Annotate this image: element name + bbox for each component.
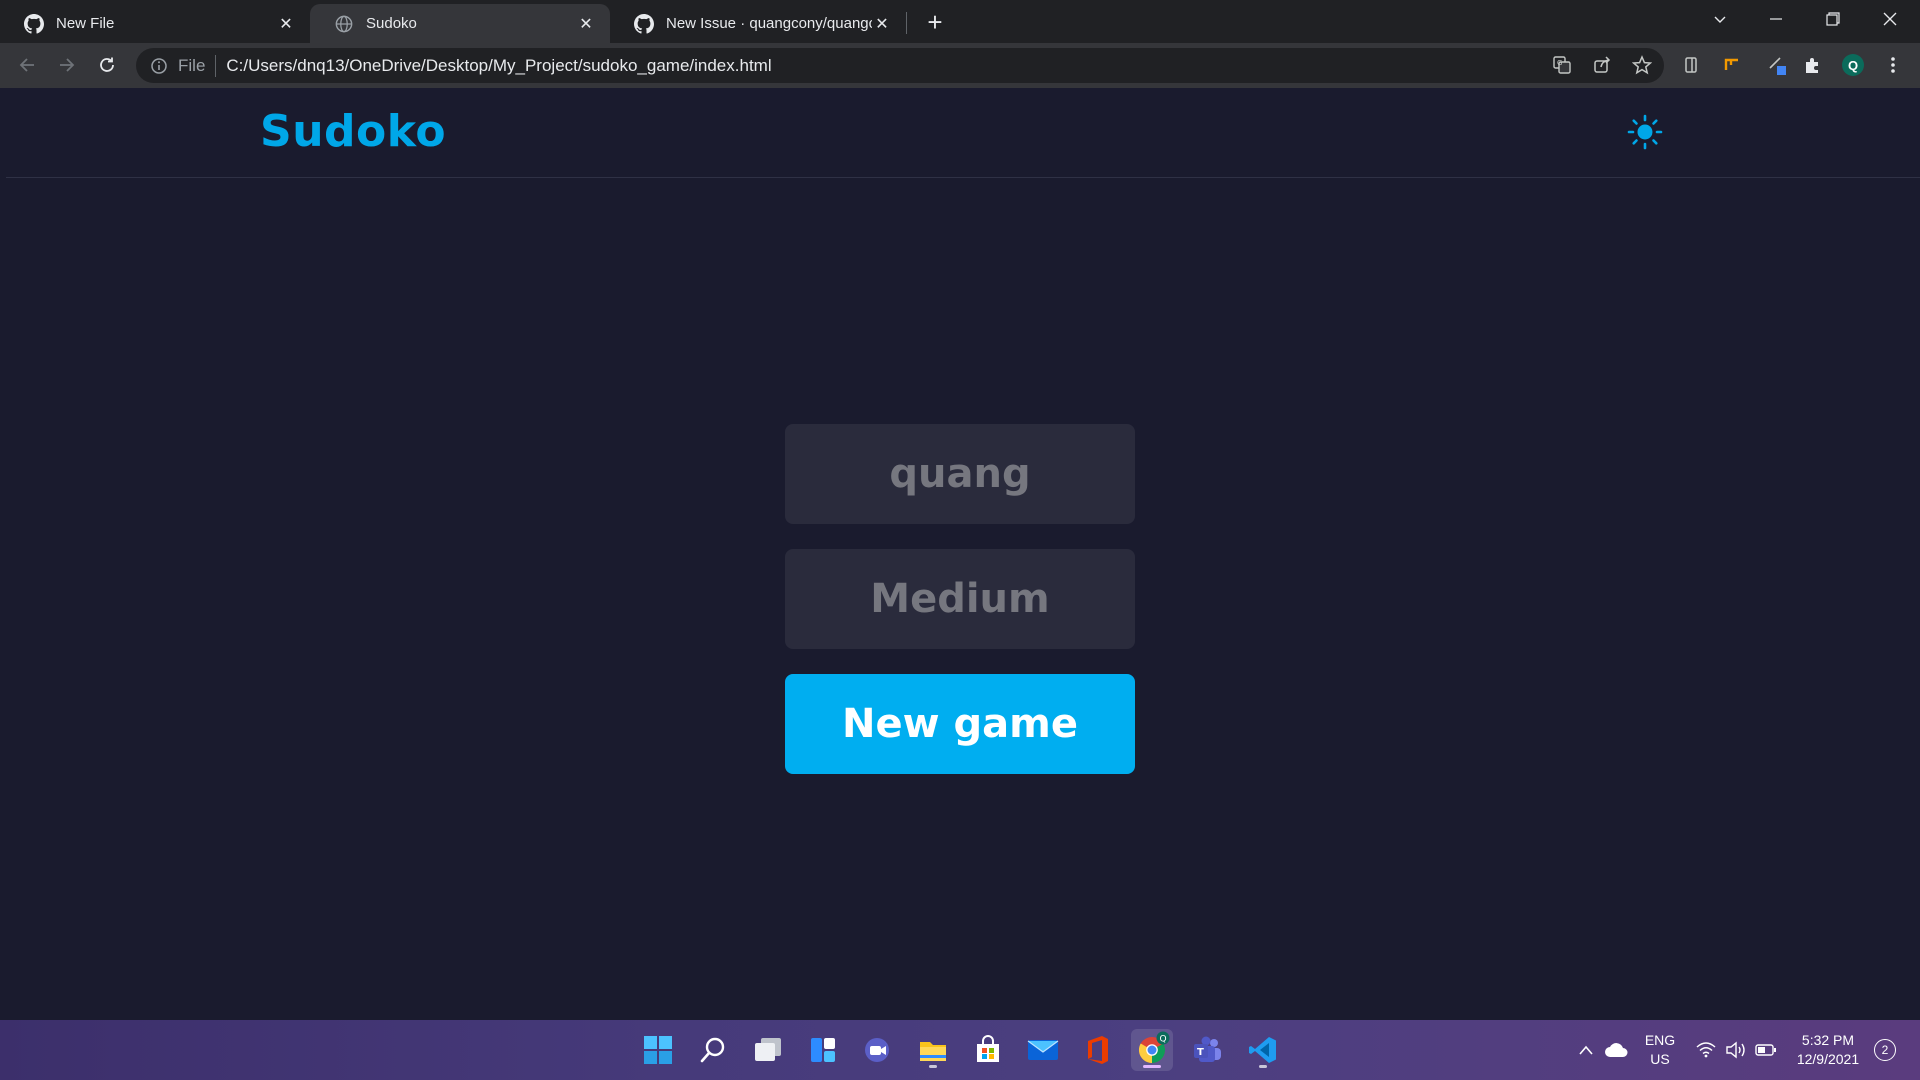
browser-menu-icon[interactable] — [1879, 51, 1907, 79]
info-icon[interactable] — [150, 57, 168, 75]
github-icon — [634, 13, 654, 34]
language-code: ENG — [1644, 1032, 1676, 1048]
language-indicator[interactable]: ENG US — [1640, 1031, 1680, 1069]
close-tab-icon[interactable]: ✕ — [276, 14, 296, 34]
close-tab-icon[interactable]: ✕ — [576, 14, 596, 34]
browser-tabstrip: New File ✕ Sudoko ✕ New Issue · quangcon… — [0, 0, 1920, 43]
mail-icon[interactable] — [1022, 1029, 1064, 1071]
microsoft-store-icon[interactable] — [967, 1029, 1009, 1071]
svg-text:T: T — [1197, 1047, 1204, 1058]
file-explorer-icon[interactable] — [912, 1029, 954, 1071]
battery-icon[interactable] — [1746, 1029, 1786, 1071]
widgets-icon[interactable] — [802, 1029, 844, 1071]
back-button[interactable] — [11, 49, 43, 81]
github-icon — [24, 13, 44, 34]
notification-badge[interactable]: 2 — [1874, 1039, 1896, 1061]
office-icon[interactable] — [1077, 1029, 1119, 1071]
search-icon[interactable] — [692, 1029, 734, 1071]
running-indicator — [929, 1065, 937, 1068]
app-logo[interactable]: Sudoko — [260, 106, 446, 157]
tab-title: New Issue · quangcony/quangcony — [666, 15, 872, 32]
tab-new-issue[interactable]: New Issue · quangcony/quangcony ✕ — [610, 4, 906, 43]
reading-mode-icon[interactable] — [1677, 51, 1705, 79]
windows-start-icon[interactable] — [637, 1029, 679, 1071]
task-view-icon[interactable] — [747, 1029, 789, 1071]
restore-button[interactable] — [1805, 0, 1861, 38]
clock-date: 12/9/2021 — [1796, 1051, 1860, 1067]
running-indicator — [1259, 1065, 1267, 1068]
sun-icon[interactable] — [1625, 112, 1665, 152]
level-select-button[interactable]: Medium — [785, 549, 1135, 649]
browser-toolbar: File C:/Users/dnq13/OneDrive/Desktop/My_… — [0, 43, 1920, 88]
address-bar[interactable]: File C:/Users/dnq13/OneDrive/Desktop/My_… — [136, 48, 1664, 83]
new-game-button[interactable]: New game — [785, 674, 1135, 774]
active-indicator — [1143, 1065, 1161, 1068]
url-divider — [215, 54, 217, 77]
teams-chat-icon[interactable] — [857, 1029, 899, 1071]
chrome-icon[interactable]: Q — [1131, 1029, 1173, 1071]
svg-text:Q: Q — [1160, 1035, 1167, 1045]
tab-title: Sudoko — [366, 15, 417, 32]
clock[interactable]: 5:32 PM 12/9/2021 — [1790, 1031, 1866, 1069]
close-window-button[interactable] — [1862, 0, 1918, 38]
teams-icon[interactable]: T — [1187, 1029, 1229, 1071]
globe-icon — [334, 14, 354, 34]
reload-button[interactable] — [91, 49, 123, 81]
tab-search-button[interactable] — [1692, 0, 1748, 38]
url-scheme-label: File — [178, 55, 206, 75]
extension-orange-icon[interactable] — [1718, 51, 1746, 79]
url-text[interactable]: C:/Users/dnq13/OneDrive/Desktop/My_Proje… — [226, 56, 771, 76]
extension-pen-icon[interactable] — [1763, 51, 1791, 79]
windows-taskbar: Q T ENG US 5:32 PM 12/9/2021 2 — [0, 1020, 1920, 1080]
tab-divider — [906, 12, 907, 34]
clock-time: 5:32 PM — [1801, 1032, 1855, 1048]
new-tab-button[interactable]: + — [921, 7, 949, 37]
bookmark-star-icon[interactable] — [1628, 51, 1656, 79]
tab-sudoko[interactable]: Sudoko ✕ — [310, 4, 610, 43]
vscode-icon[interactable] — [1242, 1029, 1284, 1071]
share-icon[interactable] — [1588, 51, 1616, 79]
profile-avatar[interactable]: Q — [1839, 51, 1867, 79]
player-name-input[interactable] — [785, 424, 1135, 524]
tab-new-file[interactable]: New File ✕ — [0, 4, 310, 43]
translate-icon[interactable]: G — [1548, 51, 1576, 79]
forward-button[interactable] — [51, 49, 83, 81]
close-tab-icon[interactable]: ✕ — [872, 14, 892, 34]
svg-text:G: G — [1557, 59, 1562, 67]
onedrive-cloud-icon[interactable] — [1596, 1029, 1636, 1071]
profile-initial: Q — [1847, 57, 1859, 73]
minimize-button[interactable] — [1748, 0, 1804, 38]
extensions-puzzle-icon[interactable] — [1799, 51, 1827, 79]
language-region: US — [1650, 1051, 1670, 1067]
page-header: Sudoko — [6, 88, 1920, 178]
sudoku-page: Sudoko Medium New game — [0, 88, 1920, 1020]
tab-title: New File — [56, 15, 115, 32]
